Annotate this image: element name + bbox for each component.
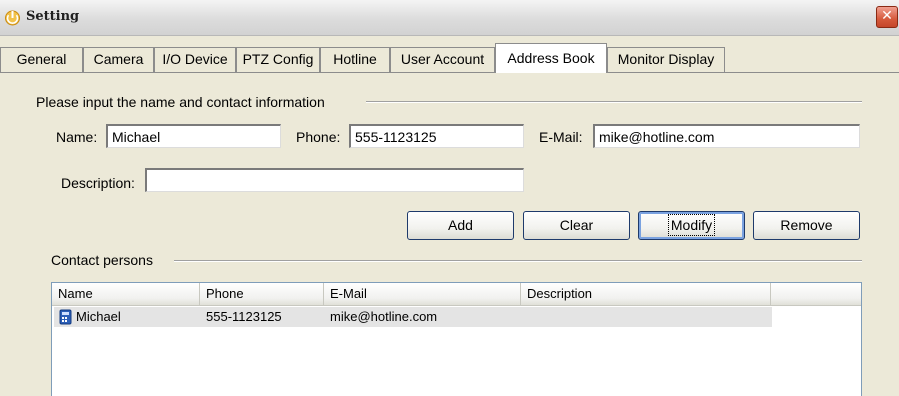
tab-user-account[interactable]: User Account — [390, 47, 495, 72]
tab-divider — [0, 72, 899, 73]
column-header-phone[interactable]: Phone — [200, 283, 324, 305]
close-button[interactable]: ✕ — [876, 6, 898, 28]
contact-info-group-title: Please input the name and contact inform… — [36, 94, 325, 110]
remove-button-label: Remove — [780, 217, 833, 233]
contact-persons-group-title: Contact persons — [51, 252, 153, 268]
modify-button-label: Modify — [667, 214, 716, 236]
tab-io-device[interactable]: I/O Device — [154, 47, 236, 72]
clear-button[interactable]: Clear — [523, 211, 630, 240]
tab-general[interactable]: General — [0, 47, 83, 72]
title-bar[interactable]: Setting ✕ — [0, 0, 899, 36]
description-label: Description: — [61, 175, 135, 191]
phone-icon — [59, 309, 72, 325]
cell-name: Michael — [76, 309, 121, 324]
power-plug-icon — [5, 10, 20, 26]
group-divider — [174, 260, 862, 262]
cell-phone: 555-1123125 — [206, 309, 282, 324]
tab-camera[interactable]: Camera — [83, 47, 154, 72]
tab-strip: General Camera I/O Device PTZ Config Hot… — [0, 43, 899, 73]
email-field[interactable]: mike@hotline.com — [593, 124, 860, 148]
tab-ptz-config[interactable]: PTZ Config — [236, 47, 320, 72]
tab-address-book[interactable]: Address Book — [495, 43, 607, 73]
clear-button-label: Clear — [559, 217, 594, 233]
email-label: E-Mail: — [539, 129, 583, 145]
add-button-label: Add — [448, 217, 473, 233]
contacts-list[interactable]: Name Phone E-Mail Description Michael 55… — [51, 282, 862, 396]
add-button[interactable]: Add — [407, 211, 514, 240]
cell-email: mike@hotline.com — [330, 309, 438, 324]
list-item[interactable]: Michael 555-1123125 mike@hotline.com — [54, 307, 772, 327]
name-field[interactable]: Michael — [106, 124, 281, 148]
remove-button[interactable]: Remove — [753, 211, 860, 240]
column-header-name[interactable]: Name — [52, 283, 200, 305]
settings-window: Setting ✕ General Camera I/O Device PTZ … — [0, 0, 899, 396]
column-header-email[interactable]: E-Mail — [324, 283, 521, 305]
name-label: Name: — [56, 129, 98, 145]
group-divider — [366, 101, 862, 103]
description-field[interactable] — [145, 168, 524, 192]
modify-button[interactable]: Modify — [638, 211, 745, 240]
tab-hotline[interactable]: Hotline — [320, 47, 390, 72]
phone-label: Phone: — [296, 129, 341, 145]
column-header-description[interactable]: Description — [521, 283, 771, 305]
list-header: Name Phone E-Mail Description — [52, 283, 861, 306]
window-title: Setting — [26, 9, 80, 24]
close-icon: ✕ — [881, 8, 893, 24]
tab-monitor-display[interactable]: Monitor Display — [607, 47, 725, 72]
phone-field[interactable]: 555-1123125 — [349, 124, 524, 148]
